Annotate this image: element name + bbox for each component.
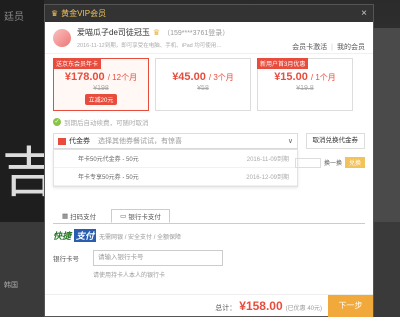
card-number-label: 银行卡号 (53, 256, 79, 263)
vip-crown-icon: ♛ (152, 28, 161, 37)
username: 爱喵瓜子de司徒冠玉 (77, 28, 150, 37)
plan-tag: 送京东会员年卡 (53, 58, 102, 69)
voucher-list: 年卡50元代金券 - 50元 2016-11-09到期 年卡专享50元券 - 5… (53, 149, 298, 187)
auto-renew-row[interactable]: ✓ 到期后自动续费，可随时取消 (45, 111, 373, 127)
card-number-input[interactable]: 请输入银行卡号 (93, 250, 223, 266)
exchange-row: 换一换 兑换 (294, 157, 365, 168)
plan-discount-badge: 立减20元 (84, 94, 118, 105)
plan-tag: 新用户首3月优惠 (257, 58, 309, 69)
tab-bankcard-pay[interactable]: ▭ 银行卡支付 (111, 209, 170, 223)
quick-pay-logo-part2: 支付 (74, 229, 97, 242)
auto-renew-label: 到期后自动续费，可随时取消 (64, 120, 149, 127)
next-step-button[interactable]: 下一步 (328, 294, 373, 317)
plan-price: ¥178.00 / 12个月 (64, 71, 138, 83)
redeem-button[interactable]: 兑换 (344, 157, 365, 168)
quick-pay-desc: 无需网银 / 安全支付 / 全额保障 (99, 235, 182, 241)
plan-price: ¥45.00 / 3个月 (172, 71, 234, 83)
voucher-label: 代金券 (69, 138, 90, 145)
username-line: 爱喵瓜子de司徒冠玉 ♛ （159****3761登录） (77, 27, 292, 38)
plan-3-months[interactable]: ¥45.00 / 3个月 ¥58 (155, 58, 251, 111)
plan-original-price: ¥198 (93, 85, 109, 92)
my-membership-link[interactable]: 我的会员 (337, 42, 365, 52)
bg-poster-text: 吉 (2, 141, 56, 204)
refresh-link[interactable]: 换一换 (324, 158, 342, 167)
close-button[interactable]: × (361, 8, 367, 19)
plan-original-price: ¥19.8 (296, 85, 314, 92)
card-icon: ▭ (120, 213, 127, 220)
voucher-icon (58, 137, 66, 145)
total-label: 总计： (215, 304, 237, 312)
modal-footer: 总计： ¥158.00 (已优惠 40元) 下一步 (45, 294, 373, 317)
user-phone: （159****3761登录） (163, 30, 230, 37)
bg-bottom-text: 韩国 (4, 282, 18, 289)
plan-original-price: ¥58 (197, 85, 209, 92)
plan-12-months[interactable]: 送京东会员年卡 ¥178.00 / 12个月 ¥198 立减20元 (53, 58, 149, 111)
payment-tabs: ▦ 扫码支付 ▭ 银行卡支付 (45, 209, 373, 223)
check-icon[interactable]: ✓ (53, 118, 61, 126)
activate-card-link[interactable]: 会员卡激活 (292, 42, 327, 52)
user-row: 爱喵瓜子de司徒冠玉 ♛ （159****3761登录） 2016-11-12到期，… (45, 22, 373, 54)
avatar (53, 29, 71, 47)
quick-pay-logo-part1: 快捷 (53, 231, 72, 241)
card-number-row: 银行卡号 请输入银行卡号 (53, 250, 365, 266)
quick-pay-brand: 快捷 支付 无需网银 / 安全支付 / 全额保障 (53, 229, 365, 242)
saved-amount: (已优惠 40元) (285, 305, 322, 312)
qrcode-icon: ▦ (62, 213, 69, 220)
cancel-voucher-button[interactable]: 取消兑换代金券 (305, 133, 365, 149)
voucher-placeholder: 选择其他券餐试试，有惊喜 (98, 138, 182, 145)
voucher-dropdown[interactable]: 代金券 选择其他券餐试试，有惊喜 ∨ (53, 133, 298, 149)
plan-options: 送京东会员年卡 ¥178.00 / 12个月 ¥198 立减20元 ¥45.00… (45, 54, 373, 111)
voucher-option[interactable]: 年卡专享50元券 - 50元 2016-12-09到期 (54, 168, 297, 186)
exchange-code-box[interactable] (294, 157, 321, 168)
titlebar: ♛ 黄金VIP会员 × (45, 5, 373, 22)
voucher-section: 代金券 选择其他券餐试试，有惊喜 ∨ 取消兑换代金券 年卡50元代金券 - 50… (53, 133, 365, 205)
modal-title: 黄金VIP会员 (61, 9, 107, 18)
user-info: 爱喵瓜子de司徒冠玉 ♛ （159****3761登录） 2016-11-12到期，… (77, 27, 292, 49)
total-row: 总计： ¥158.00 (已优惠 40元) (215, 299, 322, 313)
tab-scan-pay[interactable]: ▦ 扫码支付 (53, 209, 105, 223)
chevron-down-icon: ∨ (287, 138, 293, 145)
link-separator: | (331, 43, 333, 51)
bankcard-panel: 快捷 支付 无需网银 / 安全支付 / 全额保障 银行卡号 请输入银行卡号 请使… (53, 223, 365, 279)
vip-modal: ♛ 黄金VIP会员 × 爱喵瓜子de司徒冠玉 ♛ （159****3761登录） 2… (44, 4, 374, 317)
card-hint: 请使用持卡人本人的银行卡 (93, 273, 166, 279)
plan-price: ¥15.00 / 1个月 (274, 71, 336, 83)
bg-heading: 廷员 (4, 12, 24, 23)
voucher-option[interactable]: 年卡50元代金券 - 50元 2016-11-09到期 (54, 150, 297, 168)
membership-desc: 2016-11-12到期，即可享受在电脑、手机、iPad 均可使用… (77, 43, 222, 49)
total-amount: ¥158.00 (239, 298, 283, 313)
plan-1-month[interactable]: 新用户首3月优惠 ¥15.00 / 1个月 ¥19.8 (257, 58, 353, 111)
crown-icon: ♛ (51, 9, 59, 18)
user-links: 会员卡激活 | 我的会员 (292, 42, 365, 52)
